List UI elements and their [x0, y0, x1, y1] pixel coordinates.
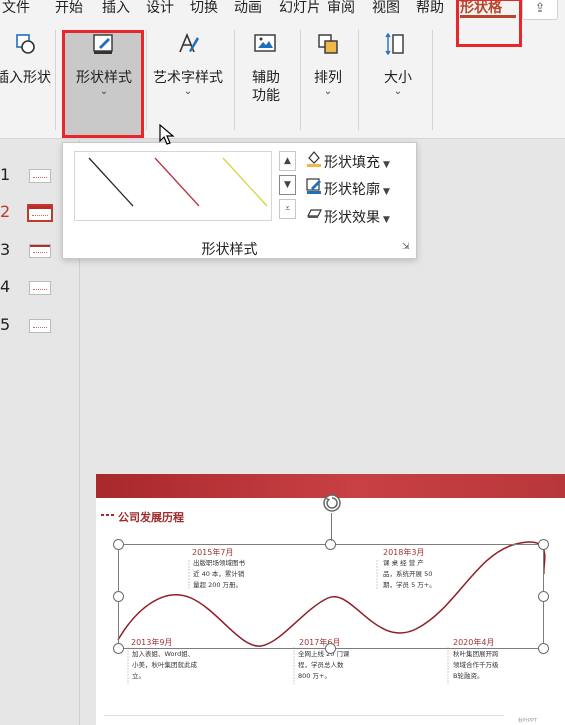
- shape-outline-label: 形状轮廓: [324, 182, 380, 198]
- slide-thumbnail[interactable]: 5: [0, 315, 80, 339]
- paint-bucket-icon: [304, 149, 324, 173]
- slide-preview: [29, 169, 51, 183]
- line-style-option[interactable]: [154, 157, 200, 207]
- slide-number: 3: [0, 240, 11, 259]
- slide-number: 2: [0, 202, 11, 221]
- resize-handle-right[interactable]: [538, 591, 549, 602]
- shape-effects-button[interactable]: 形状效果 ▼: [304, 204, 390, 226]
- slide-preview: [27, 204, 53, 222]
- resize-handle-top-left[interactable]: [113, 539, 124, 550]
- line-style-option[interactable]: [88, 157, 134, 207]
- milestone-text: 加入表姐、Word姐、 小美，秋叶集团就此成 立。: [132, 650, 197, 680]
- slide-preview: [29, 244, 51, 258]
- wordart-styles-button[interactable]: 艺术字样式 ⌄: [150, 27, 226, 97]
- tab-view[interactable]: 视图: [372, 0, 400, 20]
- shape-selection-box: [118, 544, 544, 649]
- dialog-launcher-icon[interactable]: ⇲: [402, 243, 412, 253]
- tab-slideshow[interactable]: 幻灯片: [279, 0, 319, 20]
- size-button[interactable]: 大小 ⌄: [372, 27, 424, 97]
- chevron-down-icon: ▼: [383, 215, 390, 225]
- accessibility-button[interactable]: 辅助功能: [240, 27, 292, 105]
- tab-insert[interactable]: 插入: [102, 0, 130, 20]
- accessibility-label: 辅助功能: [252, 70, 280, 104]
- arrange-label: 排列: [314, 70, 342, 86]
- chevron-down-icon: ⌄: [323, 86, 333, 97]
- chevron-down-icon: ⌄: [183, 86, 193, 97]
- resize-handle-bottom-right[interactable]: [538, 643, 549, 654]
- tab-home[interactable]: 开始: [55, 0, 83, 20]
- tab-file[interactable]: 文件: [2, 0, 30, 20]
- slide-corner-note: 秋叶PPT: [518, 718, 538, 724]
- pen-icon: [304, 176, 324, 200]
- slide-footer-line: [104, 715, 504, 716]
- milestone-text: 全网上线 20 门课 程，学员总人数 800 万+。: [298, 650, 350, 680]
- slide-thumbnail[interactable]: 4: [0, 277, 80, 301]
- chevron-down-icon: ▼: [383, 160, 390, 170]
- slide-number: 5: [0, 315, 11, 334]
- shapes-icon: [10, 27, 42, 61]
- rotate-handle-icon[interactable]: [322, 493, 342, 513]
- mouse-cursor-icon: [159, 124, 175, 145]
- chevron-down-icon: ⌄: [393, 86, 403, 97]
- tab-design[interactable]: 设计: [146, 0, 174, 20]
- resize-handle-top-right[interactable]: [538, 539, 549, 550]
- slide-preview: [29, 281, 51, 295]
- tab-help[interactable]: 帮助: [416, 0, 444, 20]
- shape-fill-label: 形状填充: [324, 155, 380, 171]
- wordart-icon: [172, 27, 204, 61]
- resize-handle-bottom[interactable]: [325, 643, 336, 654]
- milestone-text: 秋叶集团展开跨 领域合作千万级 B轮融资。: [453, 650, 499, 680]
- size-label: 大小: [384, 70, 412, 86]
- gallery-group-title: 形状样式: [201, 242, 258, 258]
- size-icon: [382, 27, 414, 61]
- chevron-down-icon: ▼: [383, 187, 390, 197]
- alt-text-icon: [250, 27, 282, 61]
- resize-handle-left[interactable]: [113, 591, 124, 602]
- shape-format-tab-highlight: [456, 0, 522, 47]
- share-icon[interactable]: ⇪: [522, 0, 558, 20]
- shape-fill-button[interactable]: 形状填充 ▼: [304, 149, 390, 171]
- gallery-scroll-up[interactable]: ▲: [279, 151, 296, 171]
- style-preview-list: [74, 151, 272, 221]
- shape-outline-button[interactable]: 形状轮廓 ▼: [304, 176, 390, 198]
- gallery-scroll-down[interactable]: ▼: [279, 175, 296, 195]
- gallery-more-button[interactable]: ⩡: [279, 199, 296, 219]
- resize-handle-bottom-left[interactable]: [113, 643, 124, 654]
- shape-styles-gallery: ▲ ▼ ⩡ 形状填充 ▼ 形状轮廓 ▼ 形状效果 ▼ 形状样式 ⇲: [62, 142, 417, 259]
- tab-review[interactable]: 审阅: [327, 0, 355, 20]
- shape-styles-highlight: [62, 30, 144, 138]
- arrange-button[interactable]: 排列 ⌄: [304, 27, 352, 97]
- shape-effects-label: 形状效果: [324, 210, 380, 226]
- wordart-styles-label: 艺术字样式: [153, 70, 223, 86]
- slide-preview: [29, 319, 51, 333]
- slide-number: 1: [0, 165, 11, 184]
- tab-animations[interactable]: 动画: [234, 0, 262, 20]
- insert-shape-button[interactable]: 插入形状: [0, 27, 52, 87]
- rotate-handle-stem: [331, 513, 332, 541]
- line-style-option[interactable]: [222, 157, 268, 207]
- arrange-icon: [312, 27, 344, 61]
- tab-transitions[interactable]: 切换: [190, 0, 218, 20]
- shape-effects-icon: [304, 204, 324, 228]
- slide-number: 4: [0, 277, 11, 296]
- insert-shape-label: 插入形状: [0, 70, 51, 86]
